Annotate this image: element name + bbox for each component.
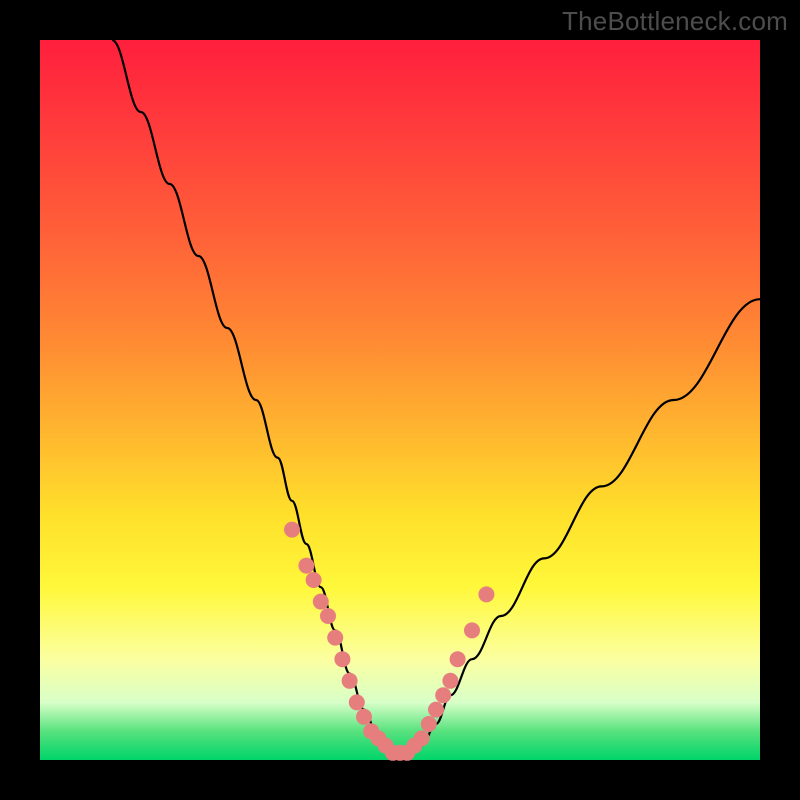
marker-dot <box>284 522 300 538</box>
marker-dot <box>421 716 437 732</box>
marker-dot <box>298 558 314 574</box>
marker-dot <box>327 630 343 646</box>
marker-dot <box>342 673 358 689</box>
marker-dot <box>313 594 329 610</box>
watermark-text: TheBottleneck.com <box>562 6 788 37</box>
marker-dot <box>442 673 458 689</box>
marker-dot <box>414 730 430 746</box>
marker-dot <box>428 702 444 718</box>
marker-dot <box>320 608 336 624</box>
marker-group <box>284 522 494 761</box>
marker-dot <box>306 572 322 588</box>
bottleneck-curve <box>112 40 760 753</box>
marker-dot <box>478 586 494 602</box>
chart-frame: TheBottleneck.com <box>0 0 800 800</box>
marker-dot <box>334 651 350 667</box>
marker-dot <box>450 651 466 667</box>
chart-svg <box>40 40 760 760</box>
marker-dot <box>349 694 365 710</box>
marker-dot <box>435 687 451 703</box>
plot-area <box>40 40 760 760</box>
marker-dot <box>464 622 480 638</box>
marker-dot <box>356 709 372 725</box>
